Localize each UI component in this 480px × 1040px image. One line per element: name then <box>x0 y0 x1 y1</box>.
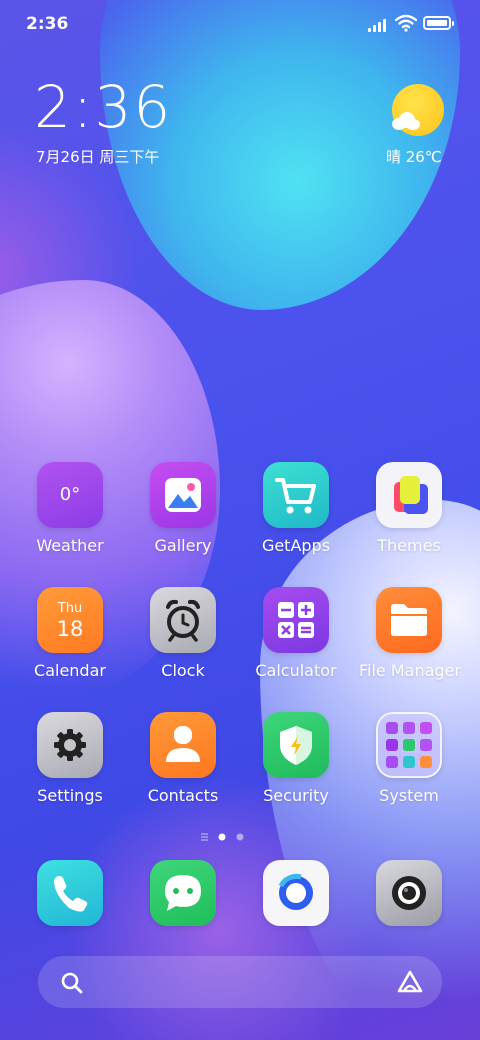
message-icon <box>150 860 216 926</box>
clock-widget-date[interactable]: 7月26日 周三下午 <box>36 146 159 167</box>
browser-icon <box>263 860 329 926</box>
gallery-icon <box>150 462 216 528</box>
app-label: Clock <box>161 661 205 680</box>
weather-widget-text[interactable]: 晴 26℃ <box>386 146 442 167</box>
assistant-icon[interactable] <box>396 969 424 995</box>
app-contacts[interactable]: Contacts <box>133 712 233 805</box>
dock-phone[interactable] <box>20 860 120 926</box>
gear-icon <box>37 712 103 778</box>
search-bar[interactable] <box>38 956 442 1008</box>
app-calendar[interactable]: Thu 18 Calendar <box>20 587 120 680</box>
signal-icon <box>368 18 390 32</box>
calculator-icon <box>263 587 329 653</box>
calendar-icon: Thu 18 <box>37 587 103 653</box>
wifi-icon <box>395 14 417 32</box>
folder-grid-icon <box>376 712 442 778</box>
dock-camera[interactable] <box>359 860 459 926</box>
search-icon[interactable] <box>60 971 84 995</box>
app-label: File Manager <box>359 661 461 680</box>
calendar-date: 18 <box>56 617 84 641</box>
alarm-clock-icon <box>150 587 216 653</box>
cart-icon <box>263 462 329 528</box>
clock-widget-time[interactable]: 2:36 <box>34 78 172 136</box>
app-system-folder[interactable]: System <box>359 712 459 805</box>
app-clock[interactable]: Clock <box>133 587 233 680</box>
app-weather[interactable]: 0° Weather <box>20 462 120 555</box>
app-label: Settings <box>37 786 103 805</box>
app-security[interactable]: Security <box>246 712 346 805</box>
app-label: Calendar <box>34 661 106 680</box>
app-getapps[interactable]: GetApps <box>246 462 346 555</box>
camera-icon <box>376 860 442 926</box>
person-icon <box>150 712 216 778</box>
battery-icon <box>423 16 454 30</box>
app-calculator[interactable]: Calculator <box>246 587 346 680</box>
dock-messaging[interactable] <box>133 860 233 926</box>
app-label: Calculator <box>255 661 337 680</box>
dock-browser[interactable] <box>246 860 346 926</box>
weather-temp-badge: 0° <box>59 484 81 505</box>
app-gallery[interactable]: Gallery <box>133 462 233 555</box>
app-label: Weather <box>36 536 104 555</box>
status-bar: 2:36 <box>0 0 480 50</box>
folder-icon <box>376 587 442 653</box>
shield-icon <box>263 712 329 778</box>
calendar-day: Thu <box>57 601 83 616</box>
status-time: 2:36 <box>26 14 69 34</box>
app-file-manager[interactable]: File Manager <box>359 587 461 680</box>
app-label: Contacts <box>147 786 219 805</box>
app-label: Gallery <box>154 536 212 555</box>
app-settings[interactable]: Settings <box>20 712 120 805</box>
page-indicator[interactable] <box>0 828 480 841</box>
app-label: GetApps <box>261 536 331 555</box>
app-label: System <box>379 786 439 805</box>
phone-icon <box>37 860 103 926</box>
app-label: Themes <box>377 536 441 555</box>
cloud-icon <box>392 112 420 130</box>
app-label: Security <box>263 786 329 805</box>
weather-app-icon: 0° <box>37 462 103 528</box>
app-themes[interactable]: Themes <box>359 462 459 555</box>
themes-icon <box>376 462 442 528</box>
